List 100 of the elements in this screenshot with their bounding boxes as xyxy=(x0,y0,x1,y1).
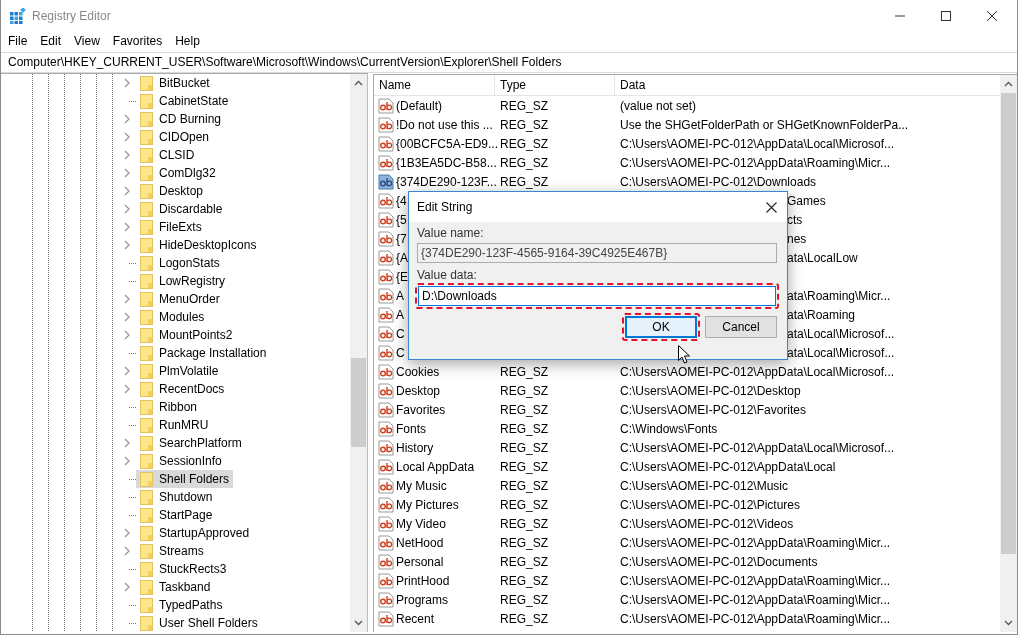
tree-item[interactable]: CLSID xyxy=(136,146,199,164)
tree-item[interactable]: Discardable xyxy=(136,200,227,218)
expand-chevron-icon[interactable] xyxy=(123,132,131,142)
address-bar[interactable]: Computer\HKEY_CURRENT_USER\Software\Microsoft\Windows\CurrentVersion\Explorer\Shell Folders xyxy=(1,52,1017,73)
menu-item[interactable]: Favorites xyxy=(105,34,169,48)
expand-chevron-icon[interactable] xyxy=(123,546,131,556)
value-name[interactable]: {E xyxy=(396,269,408,284)
scrollbar[interactable] xyxy=(350,74,367,632)
tree-item[interactable]: BitBucket xyxy=(136,74,214,92)
expand-chevron-icon[interactable] xyxy=(123,222,131,232)
value-name[interactable]: Cookies xyxy=(396,364,440,379)
expand-chevron-icon[interactable] xyxy=(123,150,131,160)
expand-chevron-icon[interactable] xyxy=(123,114,131,124)
scrollbar[interactable] xyxy=(1000,75,1017,632)
scroll-down-icon[interactable] xyxy=(1004,620,1013,626)
value-name[interactable]: {7 xyxy=(396,231,407,246)
tree-item[interactable]: CD Burning xyxy=(136,110,226,128)
expand-chevron-icon[interactable] xyxy=(123,438,131,448)
value-name[interactable]: Fonts xyxy=(396,421,426,436)
scroll-thumb[interactable] xyxy=(351,358,366,447)
expand-chevron-icon[interactable] xyxy=(123,330,131,340)
value-name[interactable]: My Video xyxy=(396,516,446,531)
tree-item[interactable]: SessionInfo xyxy=(136,452,226,470)
value-name[interactable]: PrintHood xyxy=(396,573,450,588)
expand-chevron-icon[interactable] xyxy=(123,78,131,88)
tree-item[interactable]: FileExts xyxy=(136,218,206,236)
value-name[interactable]: Favorites xyxy=(396,402,446,417)
tree-item[interactable]: User Shell Folders xyxy=(136,614,262,632)
menu-item[interactable]: Help xyxy=(168,34,206,48)
tree-item[interactable]: ComDlg32 xyxy=(136,164,220,182)
value-name[interactable]: Programs xyxy=(396,592,448,607)
tree-item[interactable]: Package Installation xyxy=(136,344,271,362)
scroll-up-icon[interactable] xyxy=(354,80,363,86)
column-header[interactable]: Name xyxy=(374,75,495,95)
expand-chevron-icon[interactable] xyxy=(123,384,131,394)
value-name[interactable]: Local AppData xyxy=(396,459,475,474)
tree-item[interactable]: Desktop xyxy=(136,182,208,200)
expand-chevron-icon[interactable] xyxy=(123,204,131,214)
value-name[interactable]: {5 xyxy=(396,212,407,227)
value-name[interactable]: C xyxy=(396,345,405,360)
dialog-button[interactable]: Cancel xyxy=(705,316,777,338)
tree-item[interactable]: Shell Folders xyxy=(136,470,234,488)
tree-item[interactable]: Ribbon xyxy=(136,398,202,416)
expand-chevron-icon[interactable] xyxy=(123,366,131,376)
value-name[interactable]: A xyxy=(396,288,404,303)
value-name[interactable]: {4 xyxy=(396,193,407,208)
tree-item[interactable]: TypedPaths xyxy=(136,596,227,614)
value-name[interactable]: Recent xyxy=(396,611,435,626)
value-name[interactable]: Personal xyxy=(396,554,444,569)
column-header[interactable]: Data xyxy=(615,75,1000,95)
expand-chevron-icon[interactable] xyxy=(123,294,131,304)
expand-chevron-icon[interactable] xyxy=(123,168,131,178)
expand-chevron-icon[interactable] xyxy=(123,528,131,538)
value-name[interactable]: NetHood xyxy=(396,535,444,550)
value-name[interactable]: {A xyxy=(396,250,408,265)
menu-item[interactable]: Edit xyxy=(33,34,68,48)
tree-item[interactable]: RecentDocs xyxy=(136,380,229,398)
value-name[interactable]: My Pictures xyxy=(396,497,459,512)
tree-item[interactable]: Taskband xyxy=(136,578,215,596)
tree-item[interactable]: CabinetState xyxy=(136,92,233,110)
value-name[interactable]: {00BCFC5A-ED9... xyxy=(396,136,499,151)
value-name[interactable]: (Default) xyxy=(396,98,442,113)
expand-chevron-icon[interactable] xyxy=(123,240,131,250)
menu-item[interactable]: File xyxy=(1,34,34,48)
scroll-up-icon[interactable] xyxy=(1004,81,1013,87)
scroll-down-icon[interactable] xyxy=(354,620,363,626)
tree-item[interactable]: SearchPlatform xyxy=(136,434,246,452)
close-icon[interactable] xyxy=(987,11,997,21)
value-name[interactable]: History xyxy=(396,440,434,455)
input-field[interactable]: D:\Downloads xyxy=(418,286,776,306)
expand-chevron-icon[interactable] xyxy=(123,582,131,592)
tree-item[interactable]: Modules xyxy=(136,308,209,326)
dialog-button[interactable]: OK xyxy=(625,316,697,338)
expand-chevron-icon[interactable] xyxy=(123,456,131,466)
tree-item[interactable]: HideDesktopIcons xyxy=(136,236,261,254)
tree-item[interactable]: LowRegistry xyxy=(136,272,230,290)
value-name[interactable]: {374DE290-123F... xyxy=(396,174,497,189)
tree-item[interactable]: PlmVolatile xyxy=(136,362,223,380)
tree-item[interactable]: MountPoints2 xyxy=(136,326,237,344)
tree-item[interactable]: CIDOpen xyxy=(136,128,214,146)
tree-item[interactable]: StartPage xyxy=(136,506,217,524)
value-name[interactable]: Desktop xyxy=(396,383,441,398)
value-name[interactable]: C xyxy=(396,326,405,341)
value-name[interactable]: A xyxy=(396,307,404,322)
tree-item[interactable]: RunMRU xyxy=(136,416,213,434)
input-field[interactable]: {374DE290-123F-4565-9164-39C4925E467B} xyxy=(417,243,777,263)
tree-item[interactable]: LogonStats xyxy=(136,254,224,272)
tree-item[interactable]: MenuOrder xyxy=(136,290,224,308)
value-name[interactable]: My Music xyxy=(396,478,447,493)
expand-chevron-icon[interactable] xyxy=(123,312,131,322)
column-header[interactable]: Type xyxy=(495,75,615,95)
scroll-thumb[interactable] xyxy=(1001,93,1016,554)
tree-item[interactable]: Streams xyxy=(136,542,208,560)
maximize-icon[interactable] xyxy=(941,11,951,21)
value-name[interactable]: {1B3EA5DC-B58... xyxy=(396,155,497,170)
close-icon[interactable] xyxy=(766,201,777,213)
tree-item[interactable]: StuckRects3 xyxy=(136,560,231,578)
tree-item[interactable]: Shutdown xyxy=(136,488,217,506)
tree-item[interactable]: StartupApproved xyxy=(136,524,254,542)
expand-chevron-icon[interactable] xyxy=(123,186,131,196)
